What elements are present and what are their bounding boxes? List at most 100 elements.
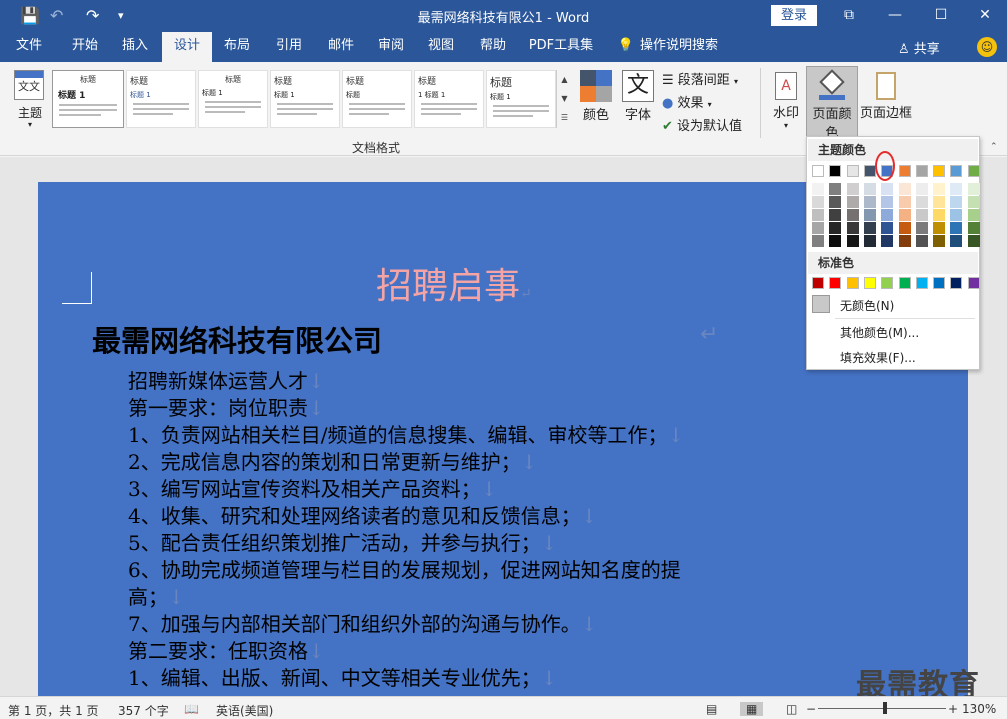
theme-color-swatch[interactable] xyxy=(898,165,911,177)
theme-shade-swatch[interactable] xyxy=(829,235,842,247)
print-layout-icon[interactable]: ▦ xyxy=(740,702,764,716)
standard-color-swatch[interactable] xyxy=(881,277,894,289)
standard-color-swatch[interactable] xyxy=(846,277,859,289)
body-line[interactable]: 高；↓ xyxy=(128,581,185,610)
themes-button-label[interactable]: 主题 xyxy=(12,104,48,121)
theme-color-swatch[interactable] xyxy=(933,165,946,177)
standard-color-swatch[interactable] xyxy=(863,277,876,289)
zoom-slider-thumb[interactable] xyxy=(883,702,887,714)
theme-shade-swatch[interactable] xyxy=(812,209,824,221)
fill-effects-option[interactable]: 填充效果(F)... xyxy=(840,349,916,366)
proofing-icon[interactable]: 📖 xyxy=(184,702,199,716)
theme-shade-swatch[interactable] xyxy=(829,222,842,234)
theme-shade-swatch[interactable] xyxy=(915,183,928,195)
theme-shade-swatch[interactable] xyxy=(933,222,946,234)
tab-help[interactable]: 帮助 xyxy=(470,32,516,62)
theme-shade-swatch[interactable] xyxy=(933,183,946,195)
body-line[interactable]: 5、配合责任组织策划推广活动，并参与执行；↓ xyxy=(128,527,558,556)
page-borders-button[interactable]: 页面边框 xyxy=(860,66,912,138)
theme-shade-swatch[interactable] xyxy=(829,196,842,208)
theme-shade-swatch[interactable] xyxy=(933,209,946,221)
standard-color-swatch[interactable] xyxy=(933,277,946,289)
theme-shade-swatch[interactable] xyxy=(881,183,894,195)
tab-review[interactable]: 审阅 xyxy=(368,32,414,62)
body-line[interactable]: 7、加强与内部相关部门和组织外部的沟通与协作。↓ xyxy=(128,608,598,637)
language-indicator[interactable]: 英语(美国) xyxy=(216,702,273,719)
tab-mailings[interactable]: 邮件 xyxy=(318,32,364,62)
theme-shade-swatch[interactable] xyxy=(898,209,911,221)
body-line[interactable]: 6、协助完成频道管理与栏目的发展规划，促进网站知名度的提 xyxy=(128,554,681,583)
tab-pdf-tools[interactable]: PDF工具集 xyxy=(526,32,596,62)
theme-shade-swatch[interactable] xyxy=(812,235,824,247)
page-color-button[interactable]: 页面颜色 ▾ xyxy=(806,66,858,150)
style-set-thumb[interactable]: 标题 1 标题 1 xyxy=(414,70,484,128)
theme-shade-swatch[interactable] xyxy=(863,222,876,234)
theme-shade-swatch[interactable] xyxy=(812,183,824,195)
fonts-button-label[interactable]: 字体 xyxy=(620,104,656,123)
theme-color-swatch[interactable] xyxy=(967,165,980,177)
style-set-thumb[interactable]: 标题 标题 1 xyxy=(52,70,124,128)
body-line[interactable]: 1、负责网站相关栏目/频道的信息搜集、编辑、审校等工作；↓ xyxy=(128,419,684,448)
theme-shade-swatch[interactable] xyxy=(846,183,859,195)
tab-layout[interactable]: 布局 xyxy=(214,32,260,62)
theme-shade-swatch[interactable] xyxy=(846,222,859,234)
theme-shade-swatch[interactable] xyxy=(863,235,876,247)
effects-button[interactable]: ● 效果 ▾ xyxy=(662,92,712,111)
style-set-thumb[interactable]: 标题 标题 1 xyxy=(198,70,268,128)
theme-shade-swatch[interactable] xyxy=(863,183,876,195)
theme-shade-swatch[interactable] xyxy=(933,235,946,247)
watermark-button[interactable]: A 水印 ▾ xyxy=(768,66,804,138)
theme-shade-swatch[interactable] xyxy=(846,235,859,247)
zoom-out-button[interactable]: − xyxy=(806,702,816,716)
palette-icon[interactable] xyxy=(580,70,612,102)
theme-shade-swatch[interactable] xyxy=(846,196,859,208)
theme-shade-swatch[interactable] xyxy=(863,196,876,208)
share-button[interactable]: ♙ 共享 xyxy=(898,38,940,57)
fonts-icon[interactable]: 文 xyxy=(622,70,654,102)
theme-shade-swatch[interactable] xyxy=(898,183,911,195)
colors-button-label[interactable]: 颜色 xyxy=(578,104,614,123)
theme-color-swatch[interactable] xyxy=(812,165,824,177)
theme-shade-swatch[interactable] xyxy=(846,209,859,221)
theme-shade-swatch[interactable] xyxy=(898,196,911,208)
theme-shade-swatch[interactable] xyxy=(967,183,980,195)
theme-shade-swatch[interactable] xyxy=(950,196,963,208)
gallery-more-icon[interactable]: ☰ xyxy=(557,108,572,127)
body-line[interactable]: 第二要求：任职资格↓ xyxy=(128,635,325,664)
word-count[interactable]: 357 个字 xyxy=(118,702,169,719)
maximize-button[interactable]: ☐ xyxy=(918,0,964,32)
gallery-down-icon[interactable]: ▼ xyxy=(557,89,572,108)
theme-color-swatch[interactable] xyxy=(950,165,963,177)
feedback-smiley-icon[interactable]: ☺ xyxy=(977,37,997,57)
theme-shade-swatch[interactable] xyxy=(967,235,980,247)
theme-shade-swatch[interactable] xyxy=(950,235,963,247)
theme-shade-swatch[interactable] xyxy=(950,183,963,195)
standard-color-swatch[interactable] xyxy=(967,277,980,289)
theme-shade-swatch[interactable] xyxy=(967,209,980,221)
set-as-default-button[interactable]: ✔ 设为默认值 xyxy=(662,115,742,134)
theme-shade-swatch[interactable] xyxy=(950,209,963,221)
theme-color-swatch[interactable] xyxy=(846,165,859,177)
theme-shade-swatch[interactable] xyxy=(898,235,911,247)
tell-me-search[interactable]: 操作说明搜索 xyxy=(640,32,726,62)
no-color-option[interactable]: 无颜色(N) xyxy=(840,297,894,314)
page-count[interactable]: 第 1 页，共 1 页 xyxy=(8,702,99,719)
body-line[interactable]: 招聘新媒体运营人才↓ xyxy=(128,365,325,394)
body-line[interactable]: 1、编辑、出版、新闻、中文等相关专业优先；↓ xyxy=(128,662,558,692)
theme-shade-swatch[interactable] xyxy=(898,222,911,234)
more-colors-option[interactable]: 其他颜色(M)... xyxy=(840,324,919,341)
style-set-thumb[interactable]: 标题 标题 1 xyxy=(126,70,196,128)
standard-color-swatch[interactable] xyxy=(812,277,824,289)
theme-shade-swatch[interactable] xyxy=(950,222,963,234)
web-layout-icon[interactable]: ◫ xyxy=(786,702,797,716)
no-color-swatch[interactable] xyxy=(812,295,830,313)
theme-shade-swatch[interactable] xyxy=(881,235,894,247)
style-set-thumb[interactable]: 标题 标题 1 xyxy=(270,70,340,128)
theme-shade-swatch[interactable] xyxy=(915,196,928,208)
theme-shade-swatch[interactable] xyxy=(812,196,824,208)
theme-shade-swatch[interactable] xyxy=(863,209,876,221)
themes-icon[interactable]: 文文 xyxy=(14,70,44,100)
theme-shade-swatch[interactable] xyxy=(933,196,946,208)
tab-home[interactable]: 开始 xyxy=(60,32,110,62)
body-line[interactable]: 4、收集、研究和处理网络读者的意见和反馈信息；↓ xyxy=(128,500,598,529)
